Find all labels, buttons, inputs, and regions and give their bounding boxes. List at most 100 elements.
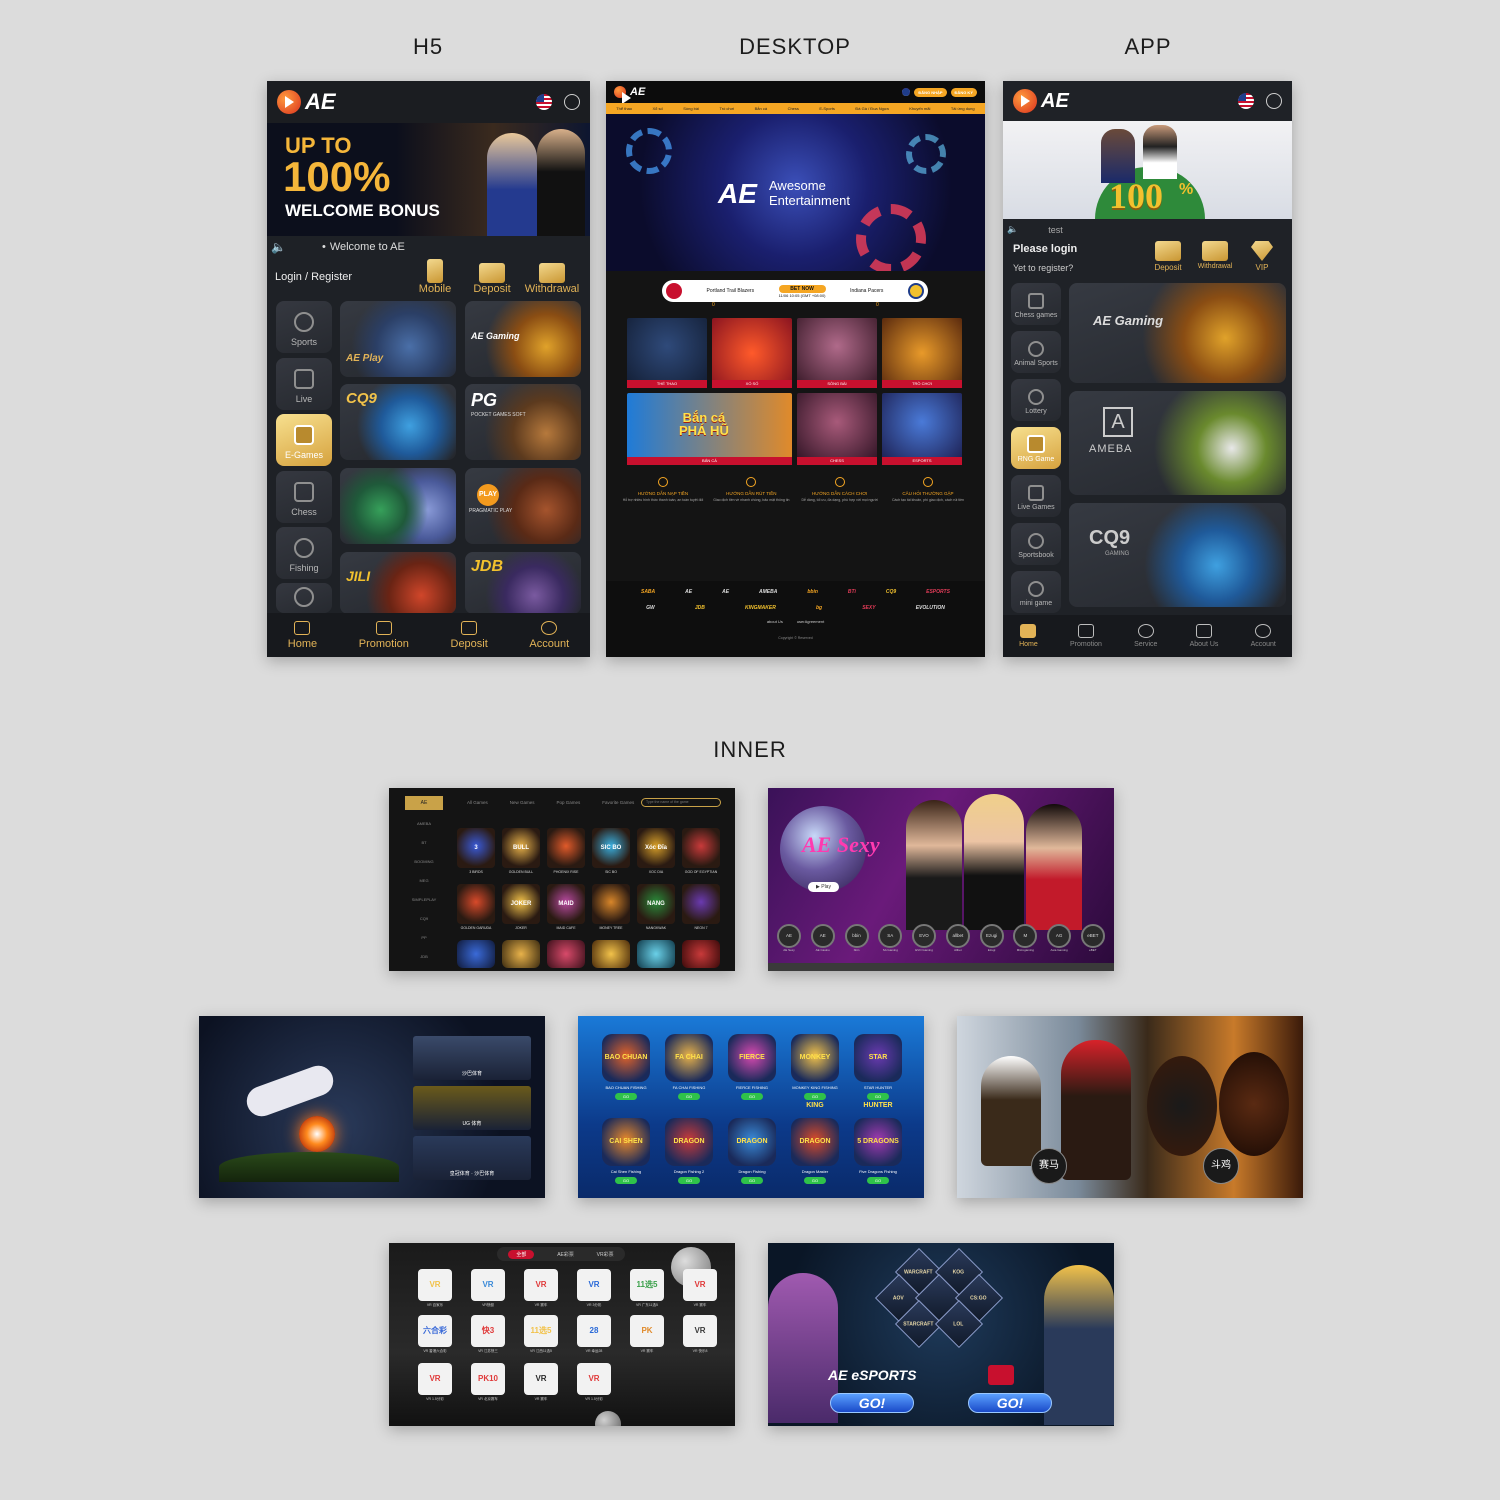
language-flag-icon[interactable] [1238,93,1254,109]
nav-about[interactable]: About Us [1190,624,1218,648]
app-sidebar-sportsbook[interactable]: Sportsbook [1011,523,1061,565]
game-card[interactable]: JOKER JOKER [502,884,540,930]
lottery-game-card[interactable]: 11选5 VR 广东11选5 [629,1269,665,1308]
category-card-esports[interactable]: ESPORTS [882,393,962,465]
sidebar-item-animal[interactable] [276,583,332,613]
lottery-game-card[interactable]: 11选5 VR 江西11选5 [523,1315,559,1354]
menu-item[interactable]: Chess [788,106,799,111]
menu-item[interactable]: Khuyến mãi [909,106,930,111]
app-tile-ameba[interactable]: A AMEBA [1069,391,1286,495]
play-button[interactable]: ▶ Play [808,882,839,892]
desktop-hero-banner[interactable]: AE Awesome Entertainment [606,114,985,271]
game-thumb[interactable] [502,940,540,968]
fishing-play-button[interactable]: GO [615,1093,637,1100]
lottery-game-card[interactable]: VR VR 1.5分彩 [417,1363,453,1402]
fishing-game-card[interactable]: DRAGON Dragon Fishing 2 GO [663,1118,715,1184]
game-card[interactable]: MAID MAID CAFE [547,884,585,930]
tab-ae-lottery[interactable]: AE彩票 [557,1251,574,1258]
menu-item[interactable]: Tải ứng dụng [951,106,975,111]
game-thumb[interactable] [457,940,495,968]
match-bar[interactable]: Portland Trail Blazers BET NOW 11/06 10:… [662,280,928,302]
deposit-action[interactable]: Deposit [470,259,514,295]
lottery-game-card[interactable]: 六合彩 VR 香港六合彩 [417,1315,453,1354]
game-card[interactable]: PHOENIX RISE [547,828,585,874]
menu-item[interactable]: E-Sports [819,106,835,111]
live-provider-chip[interactable]: AE AE Casino [808,924,838,952]
fishing-game-card[interactable]: MONKEY KING MONKEY KING FISHING GO [789,1034,841,1109]
login-button[interactable]: ĐĂNG NHẬP [914,87,947,97]
provider-item[interactable]: MEG [405,871,443,890]
h5-logo[interactable]: AE [277,89,336,115]
lottery-game-card[interactable]: VR VR 赛车 [523,1363,559,1402]
sidebar-item-live[interactable]: Live [276,358,332,410]
live-provider-chip[interactable]: SA SA Gaming [875,924,905,952]
lottery-game-card[interactable]: 快3 VR 江苏快三 [470,1315,506,1354]
lottery-game-card[interactable]: VR VR 1.5分彩 [576,1363,612,1402]
please-login-link[interactable]: Please login [1013,243,1077,255]
app-logo[interactable]: AE [1013,89,1069,113]
guide-faq[interactable]: CÂU HỎI THƯỜNG GẶP Cách tạo tài khoản, p… [887,477,969,527]
lottery-game-card[interactable]: VR VR 3分彩 [576,1269,612,1308]
game-card[interactable]: SIC BO SIC BO [592,828,630,874]
menu-item[interactable]: Bắn cá [755,106,767,111]
lottery-game-card[interactable]: VR VR 赛车 [523,1269,559,1308]
game-tile-ae-gaming[interactable]: AE Gaming [465,301,581,377]
game-card[interactable]: 3 3 BIRDS [457,828,495,874]
nav-service[interactable]: Service [1134,624,1157,648]
tab-pop[interactable]: Pop Games [557,800,581,805]
game-tile-pg[interactable]: PG POCKET GAMES SOFT [465,384,581,460]
provider-tab-active[interactable]: AE [405,796,443,810]
live-provider-chip[interactable]: bbin bbin [842,924,872,952]
app-sidebar-animal[interactable]: Animal Sports [1011,331,1061,373]
menu-item[interactable]: Đá Gà / Đua Ngựa [855,106,888,111]
guide-withdraw[interactable]: HƯỚNG DẪN RÚT TIỀN Giao dịch tiền về nha… [710,477,792,527]
game-search-input[interactable]: Type the name of the game [641,798,721,807]
game-thumb[interactable] [592,940,630,968]
live-provider-chip[interactable]: Ezugi Ezugi [977,924,1007,952]
provider-item[interactable]: BT [405,833,443,852]
fishing-play-button[interactable]: GO [678,1093,700,1100]
sidebar-item-chess[interactable]: Chess [276,471,332,523]
app-tile-ae-gaming[interactable]: AE Gaming [1069,283,1286,383]
game-thumb[interactable] [637,940,675,968]
app-sidebar-chess[interactable]: Chess games [1011,283,1061,325]
lottery-game-card[interactable]: 28 VR 幸运28 [576,1315,612,1354]
language-flag-icon[interactable] [536,94,552,110]
game-card[interactable]: NEON 7 [682,884,720,930]
tab-all[interactable]: All Games [467,800,488,805]
app-tile-cq9[interactable]: CQ9 GAMING [1069,503,1286,607]
app-banner[interactable]: 100 % [1003,121,1292,219]
bet-now-button[interactable]: BET NOW [778,284,826,293]
withdrawal-action[interactable]: Withdrawal [523,259,581,295]
live-provider-chip[interactable]: M Microgaming [1010,924,1040,952]
game-thumb[interactable] [682,940,720,968]
lottery-game-card[interactable]: VR VR快艇 [470,1269,506,1308]
fishing-play-button[interactable]: GO [741,1177,763,1184]
tab-favorite[interactable]: Favorite Games [602,800,634,805]
live-provider-chip[interactable]: eBET eBET [1078,924,1108,952]
fishing-game-card[interactable]: FA CHAI FA CHAI FISHING GO [663,1034,715,1100]
nav-deposit[interactable]: Deposit [451,620,488,650]
app-sidebar-live[interactable]: Live Games [1011,475,1061,517]
fishing-game-card[interactable]: FIERCE FIERCE FISHING GO [726,1034,778,1100]
nav-account[interactable]: Account [1251,624,1276,648]
category-card-games[interactable]: TRÒ CHƠI [882,318,962,388]
lottery-game-card[interactable]: VR VR 百家乐 [417,1269,453,1308]
desktop-logo[interactable]: AE [614,86,645,104]
fishing-play-button[interactable]: GO [804,1177,826,1184]
category-card-chess[interactable]: CHESS [797,393,877,465]
category-card-lottery[interactable]: XỔ SỐ [712,318,792,388]
game-card[interactable]: Xóc Đĩa XOC DIA [637,828,675,874]
sports-provider-card[interactable]: UG 体育 [413,1086,531,1130]
game-card[interactable]: BULL GOLDEN BULL [502,828,540,874]
fishing-game-card[interactable]: DRAGON Dragon Fishing GO [726,1118,778,1184]
guide-howtoplay[interactable]: HƯỚNG DẪN CÁCH CHƠI Dễ dàng, tối ưu, đa … [799,477,881,527]
category-card-sports[interactable]: THỂ THAO [627,318,707,388]
app-withdrawal-action[interactable]: Withdrawal [1193,241,1237,270]
game-card[interactable]: GOLDEN GARUDA [457,884,495,930]
sidebar-item-fishing[interactable]: Fishing [276,527,332,579]
fishing-play-button[interactable]: GO [741,1093,763,1100]
app-vip-action[interactable]: VIP [1243,241,1281,272]
fishing-play-button[interactable]: GO [867,1177,889,1184]
game-tile-ae-play[interactable]: AE Play [340,301,456,377]
